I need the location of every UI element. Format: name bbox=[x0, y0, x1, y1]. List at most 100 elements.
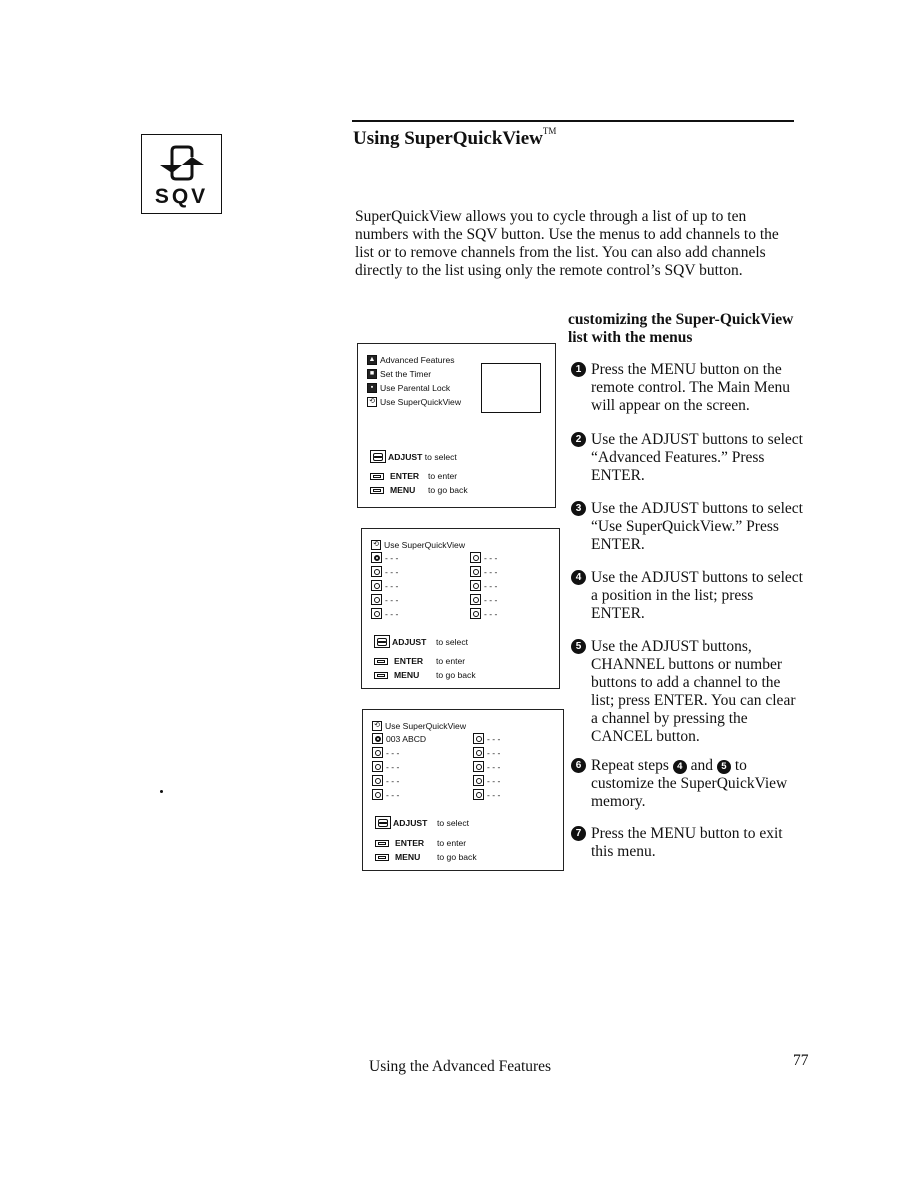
sqv-filled-list-screen: ⟲ Use SuperQuickView 003 ABCD - - - - - - - … bbox=[362, 709, 564, 871]
sqv-list-slot[interactable]: - - - bbox=[371, 565, 398, 578]
sqv-list-slot[interactable]: - - - bbox=[473, 760, 500, 773]
step-text-part: Repeat steps bbox=[591, 757, 669, 774]
legend-desc: to select bbox=[436, 636, 469, 647]
sqv-list-slot[interactable]: - - - bbox=[470, 607, 497, 620]
step-7: 7 Press the MENU button to exit this menu… bbox=[571, 825, 806, 861]
lock-icon: ▪ bbox=[367, 382, 377, 393]
slot-value: - - - bbox=[484, 594, 498, 605]
trademark: TM bbox=[542, 126, 557, 136]
sqv-empty-list-screen: ⟲ Use SuperQuickView - - - - - - - - - - - -… bbox=[361, 528, 560, 689]
menu-item-set-timer: ■ Set the Timer bbox=[367, 367, 431, 380]
legend-enter: ENTER to enter bbox=[375, 838, 466, 848]
sqv-list-slot[interactable]: - - - bbox=[473, 732, 500, 745]
slot-value: - - - bbox=[385, 580, 399, 591]
step-number: 6 bbox=[571, 758, 586, 773]
step-3: 3 Use the ADJUST buttons to select “Use S… bbox=[571, 500, 806, 554]
page-number: 77 bbox=[793, 1052, 809, 1069]
menu-item-label: Set the Timer bbox=[380, 368, 432, 379]
step-text: Use the ADJUST buttons to select “Advanc… bbox=[591, 431, 803, 484]
step-number: 3 bbox=[571, 501, 586, 516]
step-text-part: and bbox=[690, 757, 714, 774]
sqv-icon: ⟲ bbox=[367, 396, 377, 407]
legend-desc: to go back bbox=[436, 670, 476, 680]
instructions-heading: customizing the Super-QuickView list wit… bbox=[568, 311, 794, 346]
legend-key: ADJUST bbox=[392, 636, 427, 647]
menu-button-icon bbox=[374, 671, 388, 679]
sqv-list-slot[interactable]: - - - bbox=[371, 607, 398, 620]
step-text: Use the ADJUST buttons to select a posit… bbox=[591, 569, 803, 622]
slot-value: - - - bbox=[385, 566, 399, 577]
screen-title: ⟲ Use SuperQuickView bbox=[372, 719, 466, 732]
legend-desc: to enter bbox=[436, 656, 466, 666]
menu-item-label: Use SuperQuickView bbox=[380, 396, 462, 407]
legend-menu: MENU to go back bbox=[375, 852, 477, 862]
slot-value: - - - bbox=[487, 761, 501, 772]
adjust-icon bbox=[374, 635, 390, 648]
step-6: 6 Repeat steps 4 and 5 to customize the S… bbox=[571, 757, 806, 811]
channel-slot-icon bbox=[473, 761, 484, 772]
menu-button-icon bbox=[370, 486, 384, 494]
sqv-list-slot[interactable]: - - - bbox=[371, 551, 398, 564]
sqv-list-slot[interactable]: - - - bbox=[372, 774, 399, 787]
legend-enter: ENTER to enter bbox=[370, 471, 457, 481]
legend-key: ENTER bbox=[394, 656, 424, 666]
legend-key: MENU bbox=[394, 670, 420, 680]
sqv-list-slot[interactable]: - - - bbox=[371, 593, 398, 606]
menu-item-label: Use Parental Lock bbox=[380, 382, 451, 393]
step-number: 7 bbox=[571, 826, 586, 841]
enter-button-icon bbox=[374, 657, 388, 665]
legend-adjust: ADJUST to select bbox=[375, 816, 469, 829]
sqv-icon: ⟲ bbox=[371, 539, 381, 550]
menu-button-icon bbox=[375, 853, 389, 861]
legend-desc: to go back bbox=[437, 852, 477, 862]
legend-key: ENTER bbox=[390, 471, 420, 481]
sqv-list-slot[interactable]: - - - bbox=[473, 774, 500, 787]
menu-item-label: Advanced Features bbox=[380, 354, 455, 365]
slot-value: - - - bbox=[487, 789, 501, 800]
slot-value: 003 ABCD bbox=[386, 733, 427, 744]
channel-slot-icon bbox=[372, 747, 383, 758]
step-5: 5 Use the ADJUST buttons, CHANNEL buttons… bbox=[571, 638, 806, 746]
channel-slot-icon bbox=[473, 789, 484, 800]
step-text: Use the ADJUST buttons, CHANNEL buttons … bbox=[591, 638, 796, 745]
slot-value: - - - bbox=[385, 608, 399, 619]
slot-value: - - - bbox=[385, 552, 399, 563]
screen-title-text: Use SuperQuickView bbox=[385, 720, 467, 731]
legend-adjust: ADJUST to select bbox=[374, 635, 468, 648]
step-number: 5 bbox=[571, 639, 586, 654]
stray-mark bbox=[160, 790, 163, 793]
legend-menu: MENU to go back bbox=[370, 485, 468, 495]
sqv-list-slot[interactable]: - - - bbox=[473, 788, 500, 801]
channel-slot-icon bbox=[372, 733, 383, 744]
sqv-list-slot[interactable]: - - - bbox=[470, 551, 497, 564]
channel-slot-icon bbox=[473, 733, 484, 744]
enter-button-icon bbox=[375, 839, 389, 847]
sqv-list-slot[interactable]: - - - bbox=[470, 565, 497, 578]
legend-key: MENU bbox=[395, 852, 421, 862]
sqv-list-slot[interactable]: - - - bbox=[470, 593, 497, 606]
advanced-features-menu-screen: ▲ Advanced Features ■ Set the Timer ▪ Use P… bbox=[357, 343, 556, 508]
menu-item-advanced-features: ▲ Advanced Features bbox=[367, 353, 455, 366]
sqv-list-slot[interactable]: - - - bbox=[372, 746, 399, 759]
legend-key: ADJUST bbox=[393, 817, 428, 828]
step-text: Press the MENU button to exit this menu. bbox=[591, 825, 783, 860]
legend-key: ENTER bbox=[395, 838, 425, 848]
legend-key: MENU bbox=[390, 485, 416, 495]
channel-slot-icon bbox=[371, 552, 382, 563]
sqv-list-slot[interactable]: 003 ABCD bbox=[372, 732, 426, 745]
step-number: 1 bbox=[571, 362, 586, 377]
sqv-list-slot[interactable]: - - - bbox=[372, 788, 399, 801]
sqv-list-slot[interactable]: - - - bbox=[371, 579, 398, 592]
sqv-list-slot[interactable]: - - - bbox=[372, 760, 399, 773]
sqv-list-slot[interactable]: - - - bbox=[470, 579, 497, 592]
intro-paragraph: SuperQuickView allows you to cycle throu… bbox=[355, 208, 779, 279]
step-text: Use the ADJUST buttons to select “Use Su… bbox=[591, 500, 803, 553]
sqv-list-slot[interactable]: - - - bbox=[473, 746, 500, 759]
sqv-button-icon: SQV bbox=[141, 134, 222, 214]
enter-button-icon bbox=[370, 472, 384, 480]
advanced-features-icon: ▲ bbox=[367, 354, 377, 365]
channel-slot-icon bbox=[371, 608, 382, 619]
step-2: 2 Use the ADJUST buttons to select “Advan… bbox=[571, 431, 806, 485]
step-text: Repeat steps 4 and 5 to customize the Su… bbox=[571, 757, 806, 811]
slot-value: - - - bbox=[386, 761, 400, 772]
